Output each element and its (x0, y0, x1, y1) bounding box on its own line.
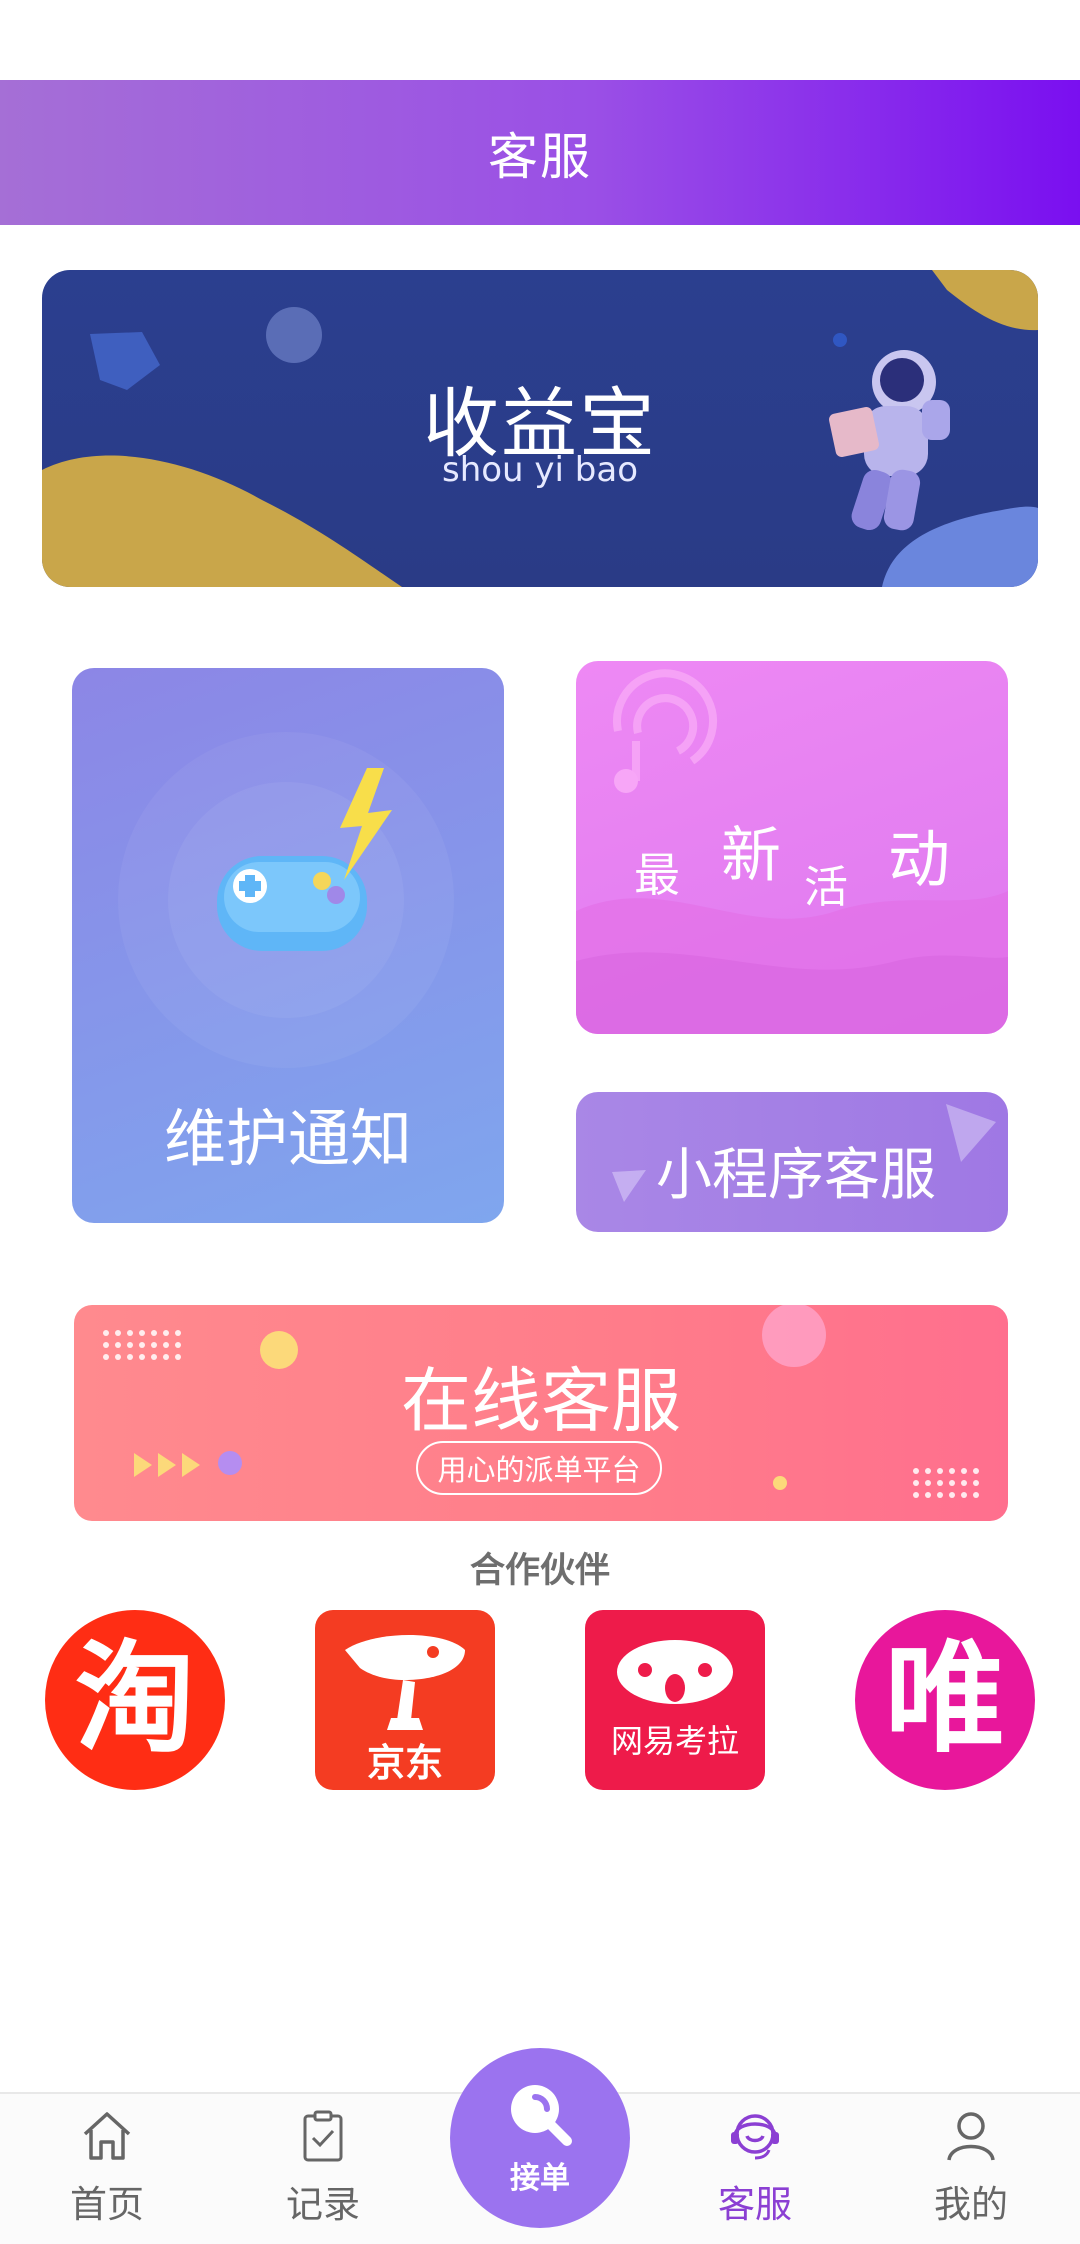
headset-icon (731, 2114, 779, 2160)
event-char-4: 动 (888, 823, 951, 896)
tab-record[interactable]: 记录 (248, 2106, 398, 2244)
partner-kaola[interactable]: 网易考拉 (585, 1610, 765, 1790)
tab-mine[interactable]: 我的 (896, 2106, 1046, 2244)
tab-home[interactable]: 首页 (32, 2106, 182, 2244)
partners-title: 合作伙伴 (469, 1551, 610, 1591)
shouyibao-banner[interactable]: 收益宝 shou yi bao (42, 270, 1038, 587)
clipboard-check-icon (303, 2110, 343, 2162)
partner-vip[interactable]: 唯 (855, 1610, 1035, 1790)
tab-mine-label: 我的 (934, 2183, 1008, 2226)
vip-logo: 唯 (885, 1630, 1005, 1769)
kaola-logo-text: 网易考拉 (610, 1722, 739, 1760)
jd-logo-text: 京东 (366, 1741, 443, 1785)
online-service-card[interactable]: 在线客服 用心的派单平台 (74, 1305, 1008, 1521)
page-title: 客服 (488, 127, 592, 186)
tab-service[interactable]: 客服 (680, 2106, 830, 2244)
mini-program-service-card[interactable]: 小程序客服 (576, 1092, 1008, 1232)
partner-jd[interactable]: 京东 (315, 1610, 495, 1790)
banner-subtitle: shou yi bao (441, 450, 638, 490)
event-char-3: 活 (804, 862, 848, 913)
partner-taobao[interactable]: 淘 (45, 1610, 225, 1790)
latest-event-card[interactable]: 最 新 活 动 (576, 661, 1008, 1034)
event-char-1: 最 (634, 848, 680, 902)
kaola-logo (617, 1640, 733, 1704)
maintenance-notice-label: 维护通知 (163, 1102, 412, 1175)
tab-record-label: 记录 (286, 2183, 360, 2226)
user-icon (947, 2112, 995, 2161)
mini-program-service-label: 小程序客服 (656, 1143, 936, 1208)
gamepad-icon (118, 732, 454, 1068)
take-order-button[interactable]: 接单 (450, 2048, 630, 2228)
take-order-label: 接单 (510, 2161, 570, 2196)
music-note-icon (613, 669, 718, 781)
search-icon (511, 2085, 572, 2146)
home-icon (83, 2112, 131, 2160)
header-bar: 客服 (0, 80, 1080, 225)
maintenance-notice-card[interactable]: 维护通知 (72, 668, 504, 1223)
taobao-logo: 淘 (75, 1630, 195, 1769)
event-char-2: 新 (721, 821, 781, 891)
online-service-title: 在线客服 (401, 1360, 681, 1442)
tab-service-label: 客服 (718, 2183, 792, 2226)
tab-home-label: 首页 (70, 2183, 144, 2226)
online-service-tagline: 用心的派单平台 (416, 1441, 662, 1495)
